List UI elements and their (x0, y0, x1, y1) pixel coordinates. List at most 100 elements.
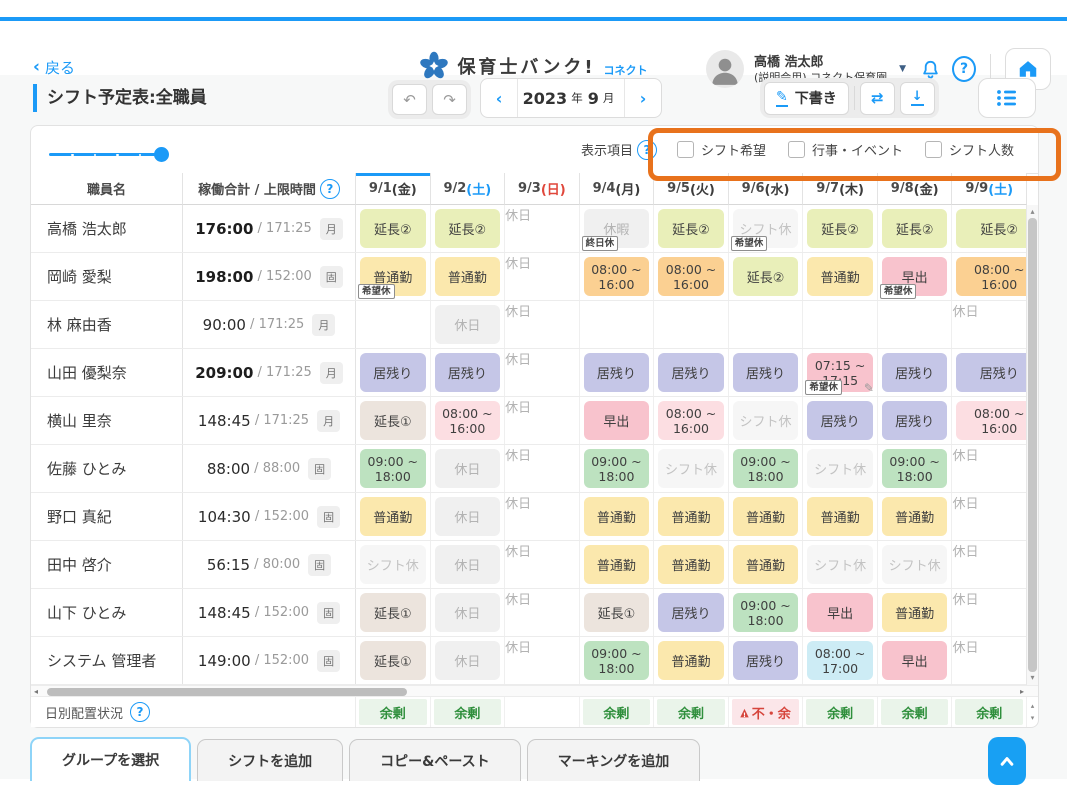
shift-cell[interactable]: 休日 (952, 541, 1027, 588)
date-header[interactable]: 9/7(木) (803, 173, 878, 205)
scroll-top-button[interactable] (988, 737, 1026, 785)
shift-cell[interactable]: 居残り (803, 397, 878, 444)
shift-cell[interactable]: 延長① (356, 637, 431, 684)
caret-down-icon[interactable]: ▼ (899, 64, 906, 74)
shift-cell[interactable]: 普通勤希望休 (356, 253, 431, 300)
date-header[interactable]: 9/1(金) (356, 173, 431, 205)
shift-cell[interactable]: 普通勤 (431, 253, 506, 300)
shift-cell[interactable]: 延長① (356, 397, 431, 444)
shift-cell[interactable]: 09:00 ~18:00 (580, 637, 655, 684)
vertical-scrollbar-thumb[interactable] (1028, 218, 1037, 672)
shift-cell[interactable]: 普通勤 (654, 541, 729, 588)
checkbox[interactable] (677, 141, 694, 158)
staff-name-cell[interactable]: 横山 里奈 (31, 397, 183, 444)
shift-cell[interactable]: 居残り (654, 349, 729, 396)
next-month-button[interactable]: › (625, 79, 661, 117)
help-button[interactable]: ? (952, 56, 976, 82)
shift-cell[interactable]: 早出 (803, 589, 878, 636)
shift-cell[interactable]: 早出 (580, 397, 655, 444)
staff-name-cell[interactable]: システム 管理者 (31, 637, 183, 684)
shift-cell[interactable]: 居残り (878, 349, 953, 396)
shift-cell[interactable] (356, 301, 431, 348)
shift-cell[interactable]: 休日 (505, 589, 580, 636)
date-header[interactable]: 9/5(火) (654, 173, 729, 205)
horizontal-scrollbar[interactable]: ◂ ▸ (31, 685, 1038, 697)
shift-cell[interactable] (878, 301, 953, 348)
list-view-button[interactable] (978, 78, 1036, 118)
shift-cell[interactable]: 普通勤 (654, 637, 729, 684)
avatar[interactable] (706, 50, 744, 88)
date-header[interactable]: 9/3(日) (505, 173, 580, 205)
shift-cell[interactable]: 08:00 ~16:00 (952, 253, 1027, 300)
shift-cell[interactable]: 延長② (803, 205, 878, 252)
shift-cell[interactable]: 居残り (356, 349, 431, 396)
shift-cell[interactable]: シフト休 (729, 397, 804, 444)
shift-cell[interactable]: シフト休希望休 (729, 205, 804, 252)
shift-cell[interactable]: 延長② (878, 205, 953, 252)
staff-name-cell[interactable]: 田中 啓介 (31, 541, 183, 588)
shift-cell[interactable]: 普通勤 (803, 253, 878, 300)
shift-cell[interactable]: 休日 (431, 541, 506, 588)
staff-name-cell[interactable]: 高橋 浩太郎 (31, 205, 183, 252)
shift-cell[interactable]: 休日 (952, 445, 1027, 492)
shift-cell[interactable]: 居残り (431, 349, 506, 396)
shift-cell[interactable]: シフト休 (878, 541, 953, 588)
shift-cell[interactable] (580, 301, 655, 348)
shift-cell[interactable]: 延長② (431, 205, 506, 252)
shift-cell[interactable]: 普通勤 (803, 493, 878, 540)
shift-cell[interactable]: 普通勤 (580, 493, 655, 540)
shift-cell[interactable]: 休日 (505, 637, 580, 684)
shift-cell[interactable]: 普通勤 (356, 493, 431, 540)
help-icon[interactable]: ? (637, 140, 657, 160)
download-button[interactable]: ↓ (900, 82, 935, 115)
slider-thumb[interactable] (154, 147, 169, 162)
shift-cell[interactable]: シフト休 (803, 541, 878, 588)
shift-cell[interactable]: 延長① (356, 589, 431, 636)
shift-cell[interactable]: 早出希望休 (878, 253, 953, 300)
zoom-slider[interactable] (49, 153, 161, 156)
shift-cell[interactable]: 休日 (952, 493, 1027, 540)
shift-cell[interactable] (729, 301, 804, 348)
shift-cell[interactable]: 休日 (505, 541, 580, 588)
prev-month-button[interactable]: ‹ (481, 79, 517, 117)
help-icon[interactable]: ? (320, 179, 340, 199)
date-header[interactable]: 9/8(金) (878, 173, 953, 205)
bottom-tab[interactable]: シフトを追加 (197, 739, 343, 781)
display-option[interactable]: シフト人数 (925, 140, 1014, 159)
staff-name-cell[interactable]: 野口 真紀 (31, 493, 183, 540)
shift-cell[interactable]: 早出 (878, 637, 953, 684)
stepper-up-icon[interactable]: ▴ (1031, 702, 1035, 710)
staff-name-cell[interactable]: 山下 ひとみ (31, 589, 183, 636)
display-option[interactable]: シフト希望 (677, 140, 766, 159)
shift-cell[interactable]: 居残り (878, 397, 953, 444)
date-header[interactable]: 9/6(水) (729, 173, 804, 205)
shift-cell[interactable]: 09:00 ~18:00 (729, 445, 804, 492)
undo-button[interactable]: ↶ (392, 84, 427, 115)
shift-cell[interactable]: 08:00 ~17:00 (803, 637, 878, 684)
shift-cell[interactable]: 休日 (431, 493, 506, 540)
shift-cell[interactable]: 休日 (505, 253, 580, 300)
shift-cell[interactable]: 延長② (356, 205, 431, 252)
shift-cell[interactable]: 休日 (952, 637, 1027, 684)
shift-cell[interactable]: 居残り (580, 349, 655, 396)
shift-cell[interactable]: 09:00 ~18:00 (878, 445, 953, 492)
shift-cell[interactable]: 休暇終日休 (580, 205, 655, 252)
scroll-down-icon[interactable]: ▾ (1027, 672, 1038, 684)
shift-cell[interactable]: 普通勤 (729, 541, 804, 588)
shift-cell[interactable]: 09:00 ~18:00 (356, 445, 431, 492)
shift-cell[interactable]: 08:00 ~16:00 (580, 253, 655, 300)
shift-cell[interactable]: 休日 (505, 445, 580, 492)
shift-cell[interactable]: 07:15 ~17:15希望休✎ (803, 349, 878, 396)
shift-cell[interactable]: 08:00 ~16:00 (952, 397, 1027, 444)
shift-cell[interactable]: シフト休 (654, 445, 729, 492)
shift-cell[interactable]: 休日 (952, 301, 1027, 348)
shift-cell[interactable]: 休日 (431, 301, 506, 348)
staff-name-cell[interactable]: 岡崎 愛梨 (31, 253, 183, 300)
shift-cell[interactable]: 休日 (505, 397, 580, 444)
help-icon[interactable]: ? (130, 702, 150, 722)
date-header[interactable]: 9/2(土) (431, 173, 506, 205)
shift-cell[interactable] (654, 301, 729, 348)
shift-cell[interactable]: 普通勤 (654, 493, 729, 540)
shift-cell[interactable]: 休日 (505, 493, 580, 540)
staff-name-cell[interactable]: 山田 優梨奈 (31, 349, 183, 396)
